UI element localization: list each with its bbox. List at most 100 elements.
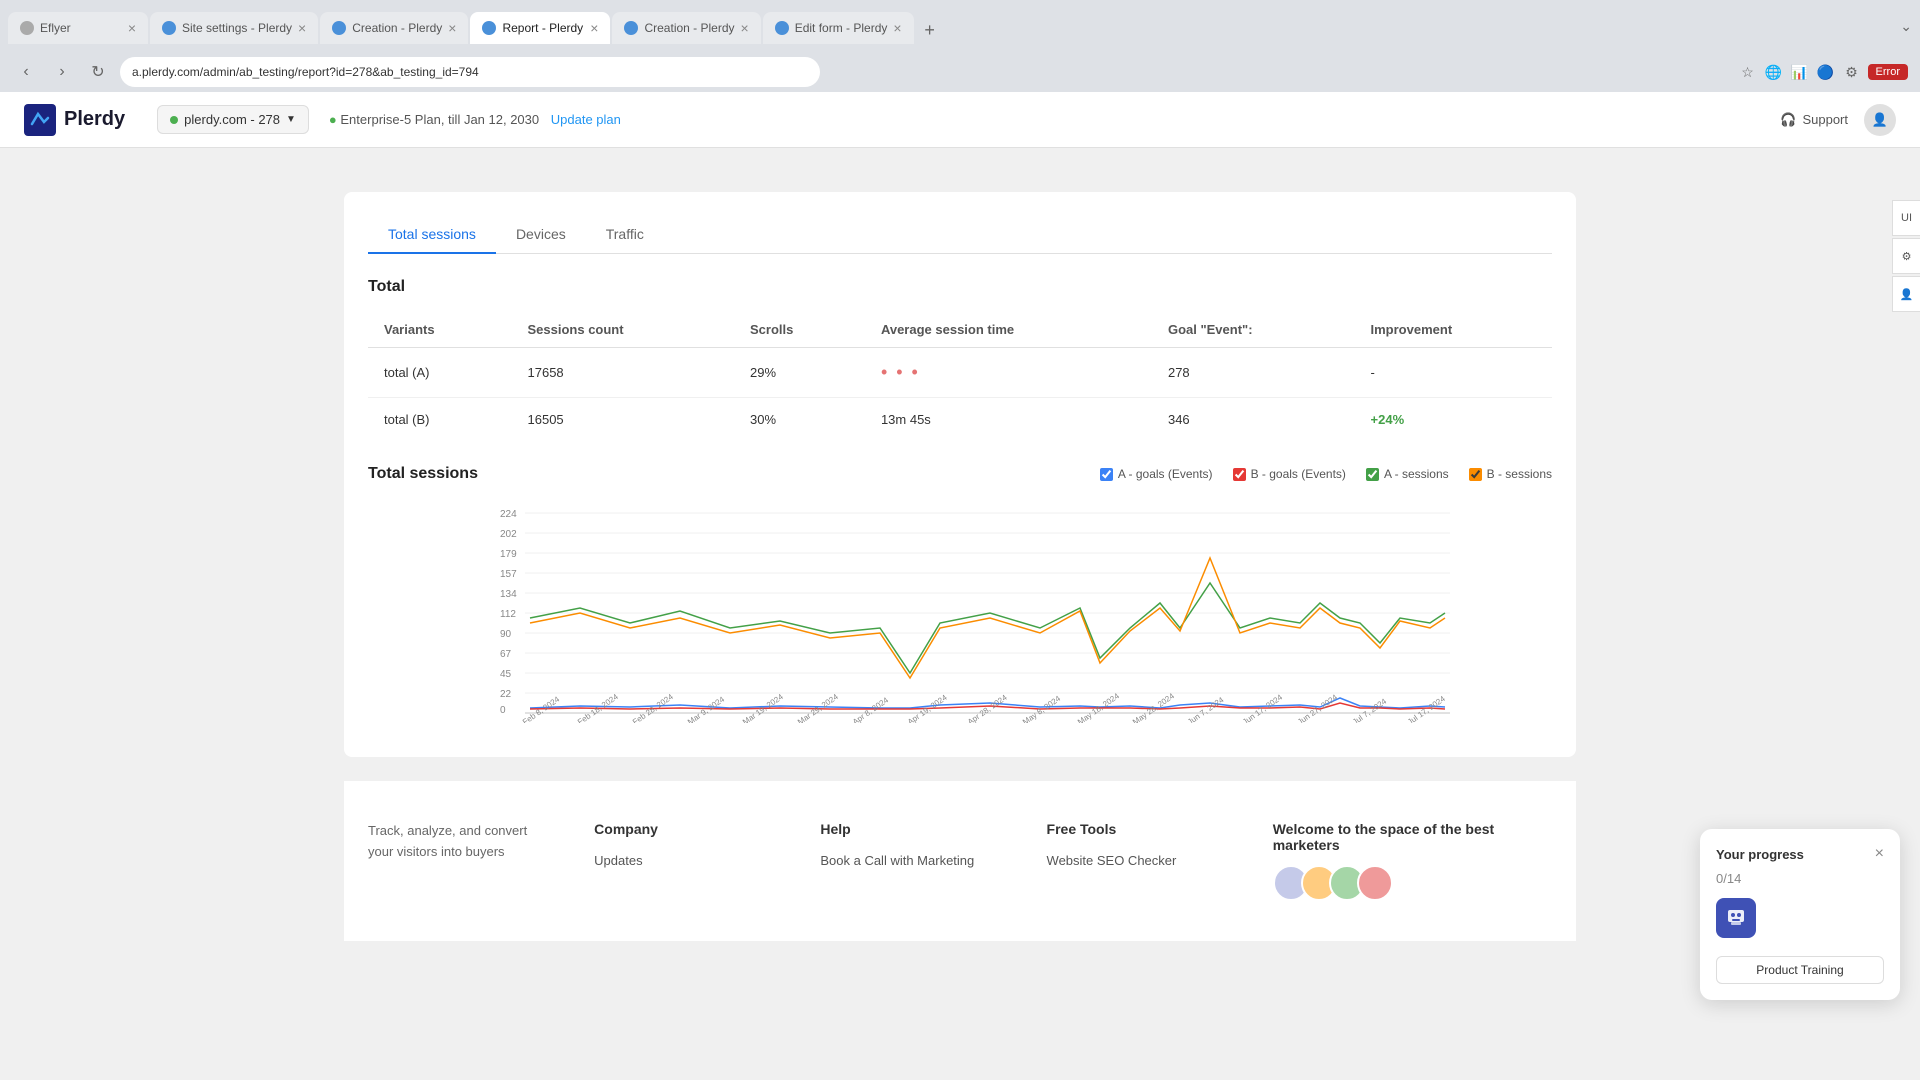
footer-community-title: Welcome to the space of the best markete… [1273,821,1552,853]
legend-b-goals-label: B - goals (Events) [1251,467,1346,481]
user-avatar[interactable]: 👤 [1864,104,1896,136]
plan-status-dot: ● [329,112,340,127]
svg-text:Apr 28, 2024: Apr 28, 2024 [966,693,1009,723]
browser-tab-5[interactable]: Creation - Plerdy × [612,12,760,44]
reload-button[interactable]: ↻ [84,58,112,86]
svg-text:67: 67 [500,649,512,660]
product-training-button[interactable]: Product Training [1716,956,1884,984]
row1-variant: total (A) [368,348,512,398]
tab-total-sessions[interactable]: Total sessions [368,216,496,254]
plerdy-tab-icon-4 [482,21,496,35]
sidebar-tab-settings[interactable]: ⚙ [1892,238,1920,274]
legend-a-sessions: A - sessions [1366,467,1449,481]
logo[interactable]: Plerdy [24,104,125,136]
svg-text:0: 0 [500,705,506,716]
ext-icon-3[interactable]: 🔵 [1816,62,1836,82]
row1-sessions: 17658 [512,348,735,398]
legend-b-sessions-label: B - sessions [1487,467,1552,481]
plerdy-tab-icon-3 [332,21,346,35]
col-header-sessions: Sessions count [512,312,735,348]
legend-b-goals-checkbox[interactable] [1233,468,1246,481]
tab-close-1[interactable]: × [128,20,136,36]
tab-label-3: Creation - Plerdy [352,21,442,35]
browser-tab-4[interactable]: Report - Plerdy × [470,12,610,44]
footer-help-link-1[interactable]: Book a Call with Marketing [820,853,1006,868]
progress-header: Your progress × [1716,845,1884,863]
sidebar-tab-user[interactable]: 👤 [1892,276,1920,312]
tab-close-3[interactable]: × [448,20,456,36]
row2-variant: total (B) [368,398,512,442]
legend-a-goals-checkbox[interactable] [1100,468,1113,481]
row2-scrolls: 30% [734,398,865,442]
plerdy-tab-icon-2 [162,21,176,35]
chart-title: Total sessions [368,465,478,483]
maximize-button[interactable]: ⌄ [1900,18,1912,35]
chart-section: Total sessions A - goals (Events) B - go… [368,465,1552,733]
chart-svg: 224 202 179 157 134 112 90 67 45 22 0 [368,503,1552,723]
progress-mascot [1716,898,1756,938]
footer-tools-link-1[interactable]: Website SEO Checker [1047,853,1233,868]
sidebar-tab-ui[interactable]: UI [1892,200,1920,236]
tab-close-6[interactable]: × [893,20,901,36]
col-header-goal: Goal "Event": [1152,312,1355,348]
tab-label-2: Site settings - Plerdy [182,21,292,35]
footer-help-col: Help Book a Call with Marketing [820,821,1006,901]
legend-a-goals: A - goals (Events) [1100,467,1213,481]
address-bar[interactable]: a.plerdy.com/admin/ab_testing/report?id=… [120,57,820,87]
footer-tools-col: Free Tools Website SEO Checker [1047,821,1233,901]
svg-text:45: 45 [500,669,512,680]
tab-devices[interactable]: Devices [496,216,586,254]
chart-legend: A - goals (Events) B - goals (Events) A … [1100,467,1552,481]
svg-text:179: 179 [500,549,517,560]
footer-company-link-1[interactable]: Updates [594,853,780,868]
new-tab-button[interactable]: + [916,16,944,44]
legend-b-goals: B - goals (Events) [1233,467,1346,481]
browser-tab-1[interactable]: Eflyer × [8,12,148,44]
back-button[interactable]: ‹ [12,58,40,86]
footer-company-title: Company [594,821,780,837]
table-section-title: Total [368,278,1552,296]
col-header-variants: Variants [368,312,512,348]
ext-icon-1[interactable]: 🌐 [1764,62,1784,82]
forward-button[interactable]: › [48,58,76,86]
browser-tab-6[interactable]: Edit form - Plerdy × [763,12,914,44]
error-badge[interactable]: Error [1868,64,1908,80]
mascot-icon [1724,906,1748,930]
bookmark-icon[interactable]: ☆ [1738,62,1758,82]
ext-icon-4[interactable]: ⚙ [1842,62,1862,82]
ext-icon-2[interactable]: 📊 [1790,62,1810,82]
site-selector[interactable]: plerdy.com - 278 ▼ [157,105,309,134]
update-plan-link[interactable]: Update plan [551,112,621,127]
svg-text:224: 224 [500,509,517,520]
address-icons: ☆ 🌐 📊 🔵 ⚙ Error [1738,62,1908,82]
svg-text:Jul 7, 2024: Jul 7, 2024 [1351,696,1389,723]
loading-dots: • • • [881,362,920,382]
footer: Track, analyze, and convert your visitor… [344,781,1576,941]
support-button[interactable]: 🎧 Support [1780,112,1848,128]
tab-close-5[interactable]: × [741,20,749,36]
tab-total-sessions-label: Total sessions [388,226,476,242]
svg-text:22: 22 [500,689,512,700]
support-icon: 🎧 [1780,112,1796,128]
browser-chrome: Eflyer × Site settings - Plerdy × Creati… [0,0,1920,52]
progress-close-button[interactable]: × [1875,845,1884,863]
tab-close-4[interactable]: × [590,20,598,36]
svg-text:Feb 28, 2024: Feb 28, 2024 [631,692,675,723]
tab-devices-label: Devices [516,226,566,242]
chevron-down-icon: ▼ [286,114,296,125]
legend-a-sessions-label: A - sessions [1384,467,1449,481]
data-table: Variants Sessions count Scrolls Average … [368,312,1552,441]
tab-label: Eflyer [40,21,71,35]
tab-traffic[interactable]: Traffic [586,216,664,254]
legend-b-sessions-checkbox[interactable] [1469,468,1482,481]
browser-tab-3[interactable]: Creation - Plerdy × [320,12,468,44]
site-selector-label: plerdy.com - 278 [184,112,280,127]
footer-tagline-col: Track, analyze, and convert your visitor… [368,821,554,901]
tab-close-2[interactable]: × [298,20,306,36]
user-icon: 👤 [1872,112,1888,128]
row1-goal: 278 [1152,348,1355,398]
browser-tab-2[interactable]: Site settings - Plerdy × [150,12,318,44]
tab-label-6: Edit form - Plerdy [795,21,888,35]
legend-a-sessions-checkbox[interactable] [1366,468,1379,481]
address-text: a.plerdy.com/admin/ab_testing/report?id=… [132,65,479,79]
